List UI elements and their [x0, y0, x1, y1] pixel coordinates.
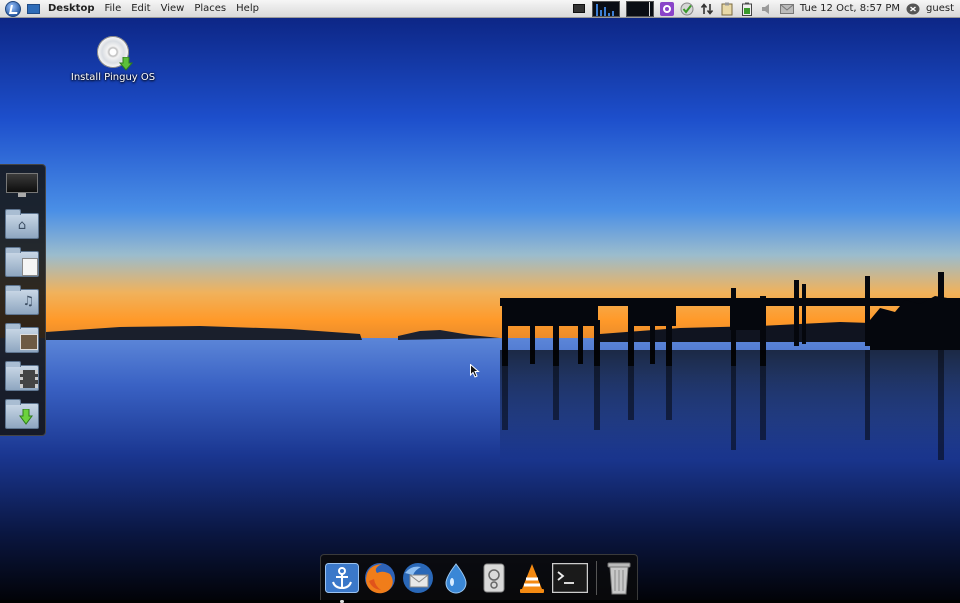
menu-file[interactable]: File — [100, 0, 127, 18]
home-folder-icon[interactable]: ⌂ — [5, 209, 39, 239]
vlc-icon[interactable] — [514, 560, 550, 596]
desktop-icon — [27, 3, 40, 14]
user-name[interactable]: guest — [926, 0, 954, 18]
user-status-icon — [906, 2, 920, 16]
terminal-icon[interactable] — [552, 560, 588, 596]
videos-folder-icon[interactable] — [5, 361, 39, 391]
thunderbird-icon[interactable] — [400, 560, 436, 596]
volume-icon[interactable] — [760, 2, 774, 16]
clock[interactable]: Tue 12 Oct, 8:57 PM — [800, 0, 900, 18]
documents-folder-icon[interactable] — [5, 247, 39, 277]
disk-utility-icon[interactable] — [476, 560, 512, 596]
bottom-dock — [320, 554, 638, 603]
menu-help[interactable]: Help — [231, 0, 264, 18]
battery-icon[interactable] — [740, 2, 754, 16]
mail-icon[interactable] — [779, 2, 794, 16]
system-tray: Tue 12 Oct, 8:57 PM guest — [572, 0, 960, 18]
pinguy-logo-icon[interactable] — [5, 0, 21, 17]
install-icon-label: Install Pinguy OS — [70, 72, 156, 83]
install-pinguy-desktop-icon[interactable]: Install Pinguy OS — [66, 36, 160, 83]
deluge-icon[interactable] — [438, 560, 474, 596]
dock-separator — [596, 561, 597, 595]
menu-edit[interactable]: Edit — [126, 0, 155, 18]
menu-view[interactable]: View — [156, 0, 190, 18]
desktop-wallpaper — [0, 0, 960, 600]
applet-gear-icon[interactable] — [659, 1, 674, 16]
firefox-icon[interactable] — [362, 560, 398, 596]
top-panel: Desktop File Edit View Places Help Tue 1… — [0, 0, 960, 18]
system-monitor-graph[interactable] — [591, 0, 620, 17]
mouse-cursor — [470, 364, 480, 378]
app-menu: Desktop File Edit View Places Help — [27, 0, 264, 18]
downloads-folder-icon[interactable] — [5, 399, 39, 429]
app-title[interactable]: Desktop — [43, 0, 100, 18]
screen-icon[interactable] — [572, 2, 586, 16]
music-folder-icon[interactable]: ♫ — [5, 285, 39, 315]
trash-icon[interactable] — [601, 560, 637, 596]
left-dock: ⌂ ♫ — [0, 164, 46, 436]
clipboard-icon[interactable] — [720, 2, 734, 16]
network-monitor-graph[interactable] — [625, 0, 654, 17]
update-check-icon[interactable] — [680, 2, 694, 16]
monitor-icon[interactable] — [5, 169, 39, 199]
cd-installer-icon — [97, 36, 133, 71]
pictures-folder-icon[interactable] — [5, 323, 39, 353]
network-arrows-icon[interactable] — [700, 2, 714, 16]
docky-anchor-icon[interactable] — [324, 560, 360, 603]
menu-places[interactable]: Places — [189, 0, 231, 18]
